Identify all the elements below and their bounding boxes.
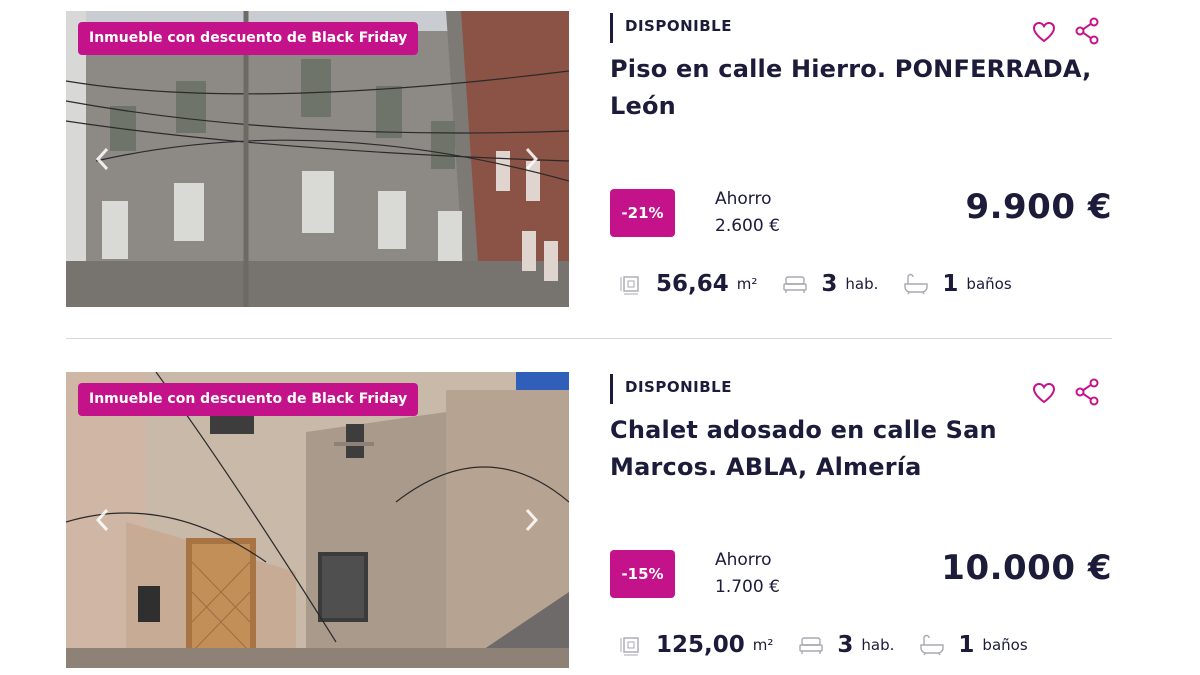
heart-icon bbox=[1032, 21, 1056, 43]
discount-badge: -15% bbox=[610, 550, 675, 598]
property-title[interactable]: Chalet adosado en calle San Marcos. ABLA… bbox=[610, 412, 1110, 486]
favorite-button[interactable] bbox=[1031, 19, 1057, 45]
baths-feature: 1 baños bbox=[920, 632, 1028, 658]
previous-photo-button[interactable] bbox=[92, 145, 114, 173]
chevron-right-icon bbox=[525, 147, 539, 171]
property-photo-carousel[interactable]: Inmueble con descuento de Black Friday bbox=[66, 372, 569, 668]
listing-divider bbox=[66, 338, 1112, 339]
property-features: 125,00 m² 3 hab. 1 baños bbox=[620, 628, 1054, 662]
property-photo bbox=[66, 372, 569, 668]
property-card[interactable]: Inmueble con descuento de Black Friday D… bbox=[66, 372, 1112, 668]
bed-icon bbox=[799, 637, 824, 654]
rooms-feature: 3 hab. bbox=[799, 632, 894, 658]
area-value: 56,64 bbox=[656, 271, 729, 297]
chevron-right-icon bbox=[525, 508, 539, 532]
rooms-feature: 3 hab. bbox=[783, 271, 878, 297]
bed-icon bbox=[783, 276, 808, 293]
saving-value: 1.700 € bbox=[715, 577, 780, 597]
chevron-left-icon bbox=[95, 147, 109, 171]
previous-photo-button[interactable] bbox=[92, 506, 114, 534]
area-icon bbox=[620, 637, 639, 656]
saving-value: 2.600 € bbox=[715, 216, 780, 236]
area-unit: m² bbox=[752, 636, 774, 654]
baths-value: 1 bbox=[942, 271, 959, 297]
baths-unit: baños bbox=[982, 636, 1028, 654]
baths-value: 1 bbox=[958, 632, 975, 658]
baths-feature: 1 baños bbox=[904, 271, 1012, 297]
share-button[interactable] bbox=[1074, 378, 1100, 406]
property-title[interactable]: Piso en calle Hierro. PONFERRADA, León bbox=[610, 51, 1110, 125]
chevron-left-icon bbox=[95, 508, 109, 532]
share-button[interactable] bbox=[1074, 17, 1100, 45]
property-card[interactable]: Inmueble con descuento de Black Friday D… bbox=[66, 11, 1112, 307]
bath-icon bbox=[920, 634, 945, 656]
discount-badge: -21% bbox=[610, 189, 675, 237]
baths-unit: baños bbox=[966, 275, 1012, 293]
area-icon bbox=[620, 276, 639, 295]
rooms-value: 3 bbox=[821, 271, 838, 297]
share-icon bbox=[1075, 378, 1099, 406]
saving-label: Ahorro bbox=[715, 550, 772, 570]
black-friday-badge: Inmueble con descuento de Black Friday bbox=[78, 22, 419, 55]
heart-icon bbox=[1032, 382, 1056, 404]
property-info: DISPONIBLE Chalet adosado en calle San M… bbox=[610, 372, 1112, 668]
area-value: 125,00 bbox=[656, 632, 745, 658]
rooms-unit: hab. bbox=[861, 636, 895, 654]
rooms-value: 3 bbox=[837, 632, 854, 658]
property-features: 56,64 m² 3 hab. 1 baños bbox=[620, 267, 1038, 301]
next-photo-button[interactable] bbox=[520, 506, 542, 534]
price: 9.900 € bbox=[965, 187, 1112, 227]
black-friday-badge: Inmueble con descuento de Black Friday bbox=[78, 383, 419, 416]
area-feature: 56,64 m² bbox=[620, 271, 757, 297]
favorite-button[interactable] bbox=[1031, 380, 1057, 406]
property-photo-carousel[interactable]: Inmueble con descuento de Black Friday bbox=[66, 11, 569, 307]
area-feature: 125,00 m² bbox=[620, 632, 773, 658]
next-photo-button[interactable] bbox=[520, 145, 542, 173]
price: 10.000 € bbox=[941, 548, 1112, 588]
property-photo bbox=[66, 11, 569, 307]
availability-status: DISPONIBLE bbox=[610, 374, 732, 404]
area-unit: m² bbox=[736, 275, 758, 293]
property-info: DISPONIBLE Piso en calle Hierro. PONFERR… bbox=[610, 11, 1112, 307]
saving-label: Ahorro bbox=[715, 189, 772, 209]
bath-icon bbox=[904, 273, 929, 295]
rooms-unit: hab. bbox=[845, 275, 879, 293]
share-icon bbox=[1075, 17, 1099, 45]
availability-status: DISPONIBLE bbox=[610, 13, 732, 43]
